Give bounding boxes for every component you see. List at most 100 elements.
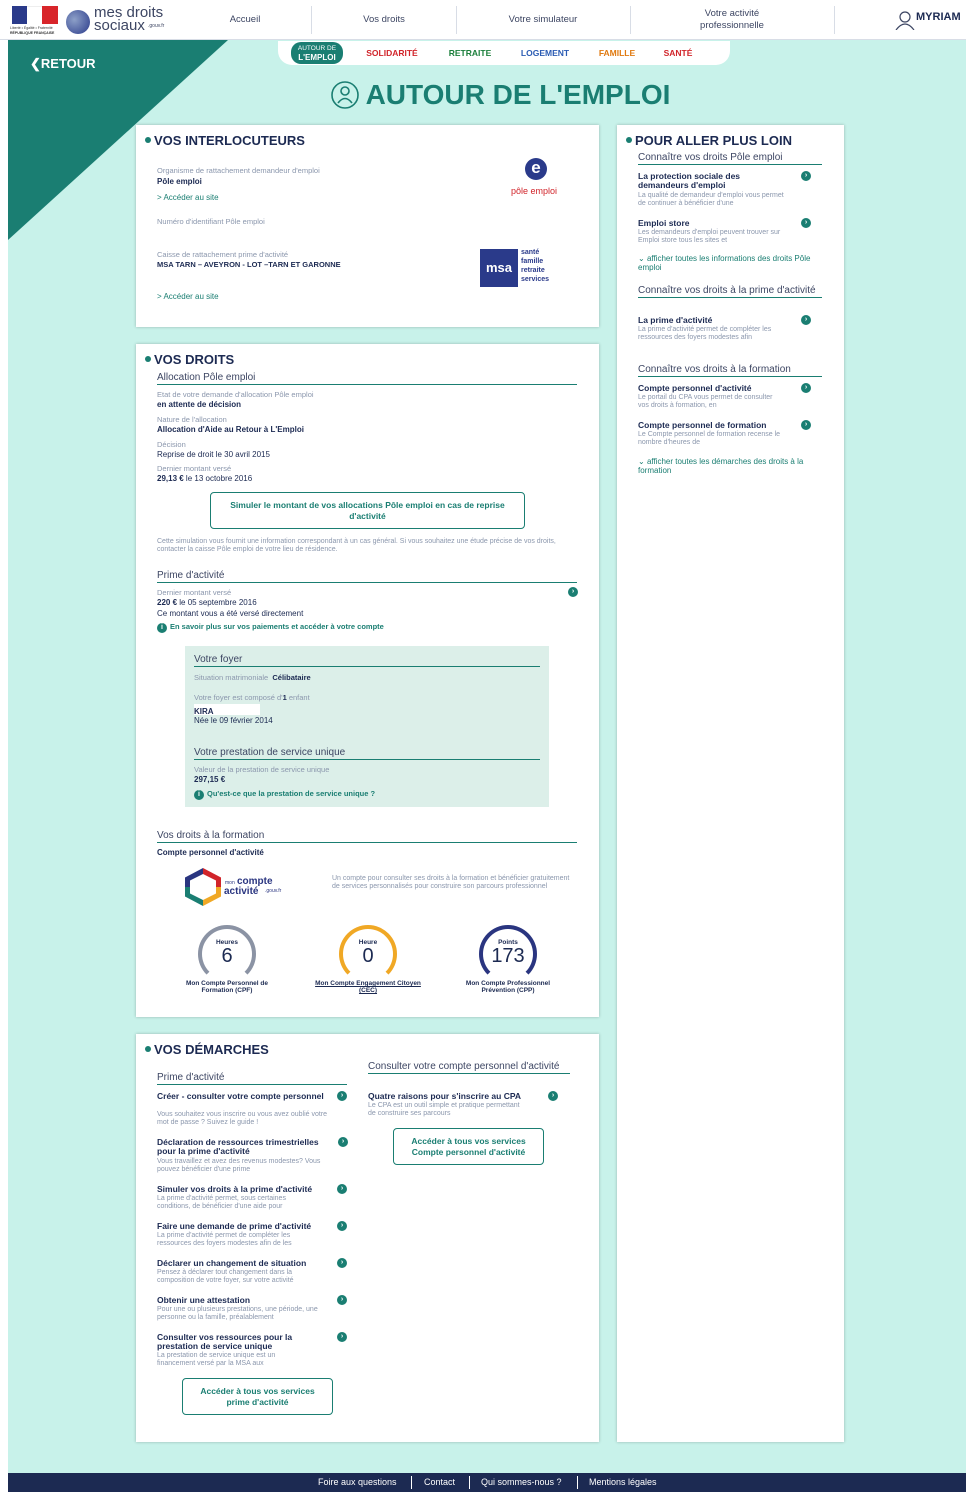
mon-compte-activite-logo[interactable]: mon compte activité .gouv.fr bbox=[185, 866, 295, 908]
chevron-right-icon[interactable]: › bbox=[338, 1137, 348, 1147]
footer-legal-link[interactable]: Mentions légales bbox=[589, 1473, 657, 1492]
cpa-services-button[interactable]: Accéder à tous vos services Compte perso… bbox=[393, 1128, 544, 1165]
droits-heading: VOS DROITS bbox=[145, 352, 234, 367]
loin-item-title[interactable]: La prime d'activité bbox=[638, 316, 788, 325]
nav-vos-droits[interactable]: Vos droits bbox=[312, 0, 456, 40]
footer-separator bbox=[577, 1476, 578, 1489]
gauge-cpp-caption: Mon Compte Professionnel Prévention (CPP… bbox=[465, 980, 551, 994]
etat-value: en attente de décision bbox=[157, 400, 242, 409]
demarches-col1-title: Prime d'activité bbox=[157, 1072, 347, 1085]
chevron-right-icon[interactable]: › bbox=[801, 218, 811, 228]
montant-value: 29,13 € le 13 octobre 2016 bbox=[157, 474, 253, 483]
footer-about-link[interactable]: Qui sommes-nous ? bbox=[481, 1473, 562, 1492]
chevron-right-icon[interactable]: › bbox=[801, 315, 811, 325]
demarche-item-title[interactable]: Obtenir une attestation bbox=[157, 1296, 332, 1305]
demarche-item-desc: Vous souhaitez vous inscrire ou vous ave… bbox=[157, 1111, 328, 1126]
footer-contact-link[interactable]: Contact bbox=[424, 1473, 455, 1492]
child-birth: Née le 09 février 2014 bbox=[194, 716, 273, 725]
org-site-link[interactable]: > Accéder au site bbox=[157, 193, 219, 202]
brand-logo[interactable]: mes droits sociaux .gouv.fr bbox=[66, 5, 176, 36]
subnav-retraite[interactable]: RETRAITE bbox=[440, 41, 500, 65]
nav-activite-professionnelle[interactable]: Votre activité professionnelle bbox=[672, 0, 792, 40]
montant-label: Dernier montant versé bbox=[157, 464, 232, 473]
simulate-allocation-button[interactable]: Simuler le montant de vos allocations Pô… bbox=[210, 492, 525, 529]
subnav-active-line1: AUTOUR DE bbox=[297, 45, 337, 52]
subnav-logement[interactable]: LOGEMENT bbox=[512, 41, 578, 65]
demarche-item-desc: La prime d'activité permet de compléter … bbox=[157, 1232, 292, 1247]
foyer-subtitle: Votre foyer bbox=[194, 654, 540, 667]
republique-francaise-logo[interactable]: Liberté • Égalité • Fraternité RÉPUBLIQU… bbox=[10, 6, 60, 36]
back-link[interactable]: ❮RETOUR bbox=[30, 56, 96, 72]
gauge-cpp[interactable]: Points 173 bbox=[479, 925, 537, 983]
loin-sec3-more-link[interactable]: ⌄ afficher toutes les démarches des droi… bbox=[638, 457, 828, 475]
nav-separator bbox=[834, 6, 835, 34]
gauge-cec-caption[interactable]: Mon Compte Engagement Citoyen (CEC) bbox=[315, 980, 421, 994]
pole-emploi-logo[interactable]: e pôle emploi bbox=[508, 158, 564, 198]
formation-subtitle: Vos droits à la formation bbox=[157, 830, 577, 843]
prime-services-button[interactable]: Accéder à tous vos services prime d'acti… bbox=[182, 1378, 333, 1415]
chevron-right-icon[interactable]: › bbox=[337, 1221, 347, 1231]
demarche-item-title[interactable]: Déclarer un changement de situation bbox=[157, 1259, 332, 1268]
top-header: Liberté • Égalité • Fraternité RÉPUBLIQU… bbox=[0, 0, 966, 40]
decision-value: Reprise de droit le 30 avril 2015 bbox=[157, 450, 270, 459]
cpa-item-desc: Le CPA est un outil simple et pratique p… bbox=[368, 1102, 520, 1117]
brand-line2: sociaux bbox=[94, 17, 145, 34]
gauge-cec[interactable]: Heure 0 bbox=[339, 925, 397, 983]
footer-faq-link[interactable]: Foire aux questions bbox=[318, 1473, 397, 1492]
flag-caption-2: RÉPUBLIQUE FRANÇAISE bbox=[10, 31, 55, 35]
loin-item-title[interactable]: Compte personnel de formation bbox=[638, 421, 793, 430]
demarche-item-title[interactable]: Créer - consulter votre compte personnel bbox=[157, 1092, 332, 1101]
subnav-solidarite[interactable]: SOLIDARITÉ bbox=[356, 41, 428, 65]
chevron-right-icon[interactable]: › bbox=[801, 171, 811, 181]
cpa-title: Compte personnel d'activité bbox=[157, 848, 264, 857]
chevron-down-icon: ⌄ bbox=[638, 457, 647, 466]
loin-item-title[interactable]: La protection sociale des demandeurs d'e… bbox=[638, 172, 788, 190]
gauge-cpf-caption: Mon Compte Personnel de Formation (CPF) bbox=[186, 980, 268, 994]
nav-accueil[interactable]: Accueil bbox=[180, 0, 310, 40]
demarche-item-title[interactable]: Déclaration de ressources trimestrielles… bbox=[157, 1138, 337, 1156]
msa-logo[interactable]: msa santé famille retraite services bbox=[480, 249, 562, 287]
chevron-down-icon: ⌄ bbox=[638, 254, 647, 263]
demarche-item-title[interactable]: Faire une demande de prime d'activité bbox=[157, 1222, 332, 1231]
psu-info-link[interactable]: i Qu'est-ce que la prestation de service … bbox=[194, 789, 375, 800]
id-label: Numéro d'identifiant Pôle emploi bbox=[157, 217, 265, 226]
decision-label: Décision bbox=[157, 440, 186, 449]
loin-sec1-more-link[interactable]: ⌄ afficher toutes les informations des d… bbox=[638, 254, 823, 272]
demarche-item-title[interactable]: Consulter vos ressources pour la prestat… bbox=[157, 1333, 307, 1351]
loin-item-desc: La prime d'activité permet de compléter … bbox=[638, 326, 772, 341]
demarche-item-title[interactable]: Simuler vos droits à la prime d'activité bbox=[157, 1185, 332, 1194]
foyer-panel bbox=[185, 646, 549, 807]
subnav-famille[interactable]: FAMILLE bbox=[590, 41, 644, 65]
loin-item-desc: Le Compte personnel de formation recense… bbox=[638, 431, 781, 446]
situation-label: Situation matrimoniale Célibataire bbox=[194, 673, 311, 682]
chevron-right-icon[interactable]: › bbox=[337, 1295, 347, 1305]
demarche-item-desc: La prestation de service unique est un f… bbox=[157, 1352, 276, 1367]
chevron-right-icon[interactable]: › bbox=[337, 1332, 347, 1342]
nature-label: Nature de l'allocation bbox=[157, 415, 227, 424]
demarche-item-desc: Vous travaillez et avez des revenus mode… bbox=[157, 1158, 321, 1173]
nav-simulateur[interactable]: Votre simulateur bbox=[457, 0, 629, 40]
gauge-cpf-value: 6 bbox=[221, 945, 233, 967]
loin-heading: POUR ALLER PLUS LOIN bbox=[626, 133, 792, 148]
prime-info-link[interactable]: i En savoir plus sur vos paiements et acc… bbox=[157, 622, 384, 633]
chevron-right-icon[interactable]: › bbox=[337, 1184, 347, 1194]
demarche-item-desc: Pensez à déclarer tout changement dans l… bbox=[157, 1269, 294, 1284]
footer-separator bbox=[469, 1476, 470, 1489]
subnav-sante[interactable]: SANTÉ bbox=[656, 41, 700, 65]
footer-separator bbox=[411, 1476, 412, 1489]
subnav-autour-emploi-active[interactable]: AUTOUR DE L'EMPLOI bbox=[291, 42, 343, 64]
caisse-site-link[interactable]: > Accéder au site bbox=[157, 292, 219, 301]
chevron-right-icon[interactable]: › bbox=[337, 1091, 347, 1101]
psu-label: Valeur de la prestation de service uniqu… bbox=[194, 765, 330, 774]
loin-item-title[interactable]: Emploi store bbox=[638, 219, 788, 228]
gauge-cpf[interactable]: Heures 6 bbox=[198, 925, 256, 983]
chevron-right-icon[interactable]: › bbox=[337, 1258, 347, 1268]
chevron-right-icon[interactable]: › bbox=[801, 420, 811, 430]
chevron-right-icon[interactable]: › bbox=[801, 383, 811, 393]
user-menu[interactable]: MYRIAM bbox=[895, 10, 966, 30]
cpa-item-title[interactable]: Quatre raisons pour s'inscrire au CPA bbox=[368, 1092, 548, 1101]
loin-item-title[interactable]: Compte personnel d'activité bbox=[638, 384, 788, 393]
chevron-right-icon[interactable]: › bbox=[548, 1091, 558, 1101]
loin-item-desc: Les demandeurs d'emploi peuvent trouver … bbox=[638, 229, 781, 244]
prime-chevron-icon[interactable]: › bbox=[568, 587, 578, 597]
